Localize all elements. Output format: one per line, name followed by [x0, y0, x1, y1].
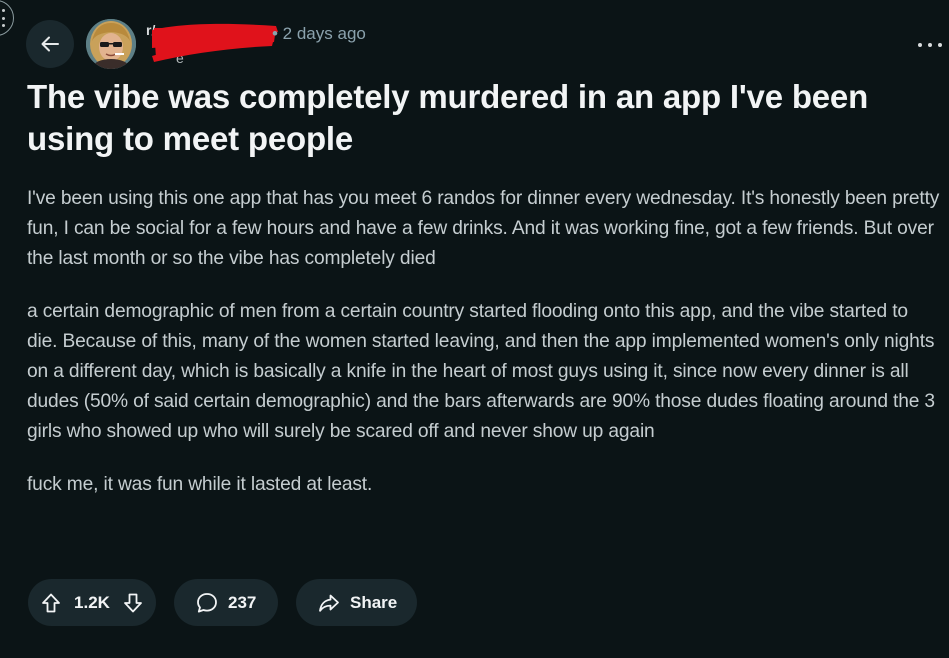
- speech-bubble-icon: [197, 592, 217, 612]
- vote-count: 1.2K: [74, 592, 110, 612]
- post-paragraph: fuck me, it was fun while it lasted at l…: [27, 474, 373, 495]
- timestamp: • 2 days ago: [272, 24, 366, 43]
- more-options-button[interactable]: [918, 36, 942, 54]
- comments-button[interactable]: 237: [174, 579, 278, 626]
- downvote-button[interactable]: [120, 590, 146, 616]
- options-menu-icon[interactable]: [0, 0, 14, 36]
- post-paragraph: I've been using this one app that has yo…: [27, 188, 940, 269]
- share-label: Share: [350, 592, 398, 612]
- arrow-up-icon: [42, 593, 60, 612]
- redaction-scribble: [152, 23, 278, 62]
- comment-count: 237: [228, 592, 257, 612]
- arrow-left-icon: [41, 36, 59, 52]
- back-button[interactable]: [26, 20, 74, 68]
- avatar[interactable]: [86, 19, 136, 69]
- share-button[interactable]: Share: [296, 579, 417, 626]
- post-actions: 1.2K 237 Share: [28, 579, 417, 626]
- post-paragraph: a certain demographic of men from a cert…: [27, 301, 935, 442]
- more-horizontal-icon: [918, 43, 922, 47]
- upvote-button[interactable]: [38, 590, 64, 616]
- post-body: I've been using this one app that has yo…: [27, 184, 942, 523]
- post-title: The vibe was completely murdered in an a…: [27, 78, 869, 157]
- arrow-down-icon: [124, 593, 142, 612]
- share-arrow-icon: [319, 594, 339, 612]
- vote-control: 1.2K: [28, 579, 156, 626]
